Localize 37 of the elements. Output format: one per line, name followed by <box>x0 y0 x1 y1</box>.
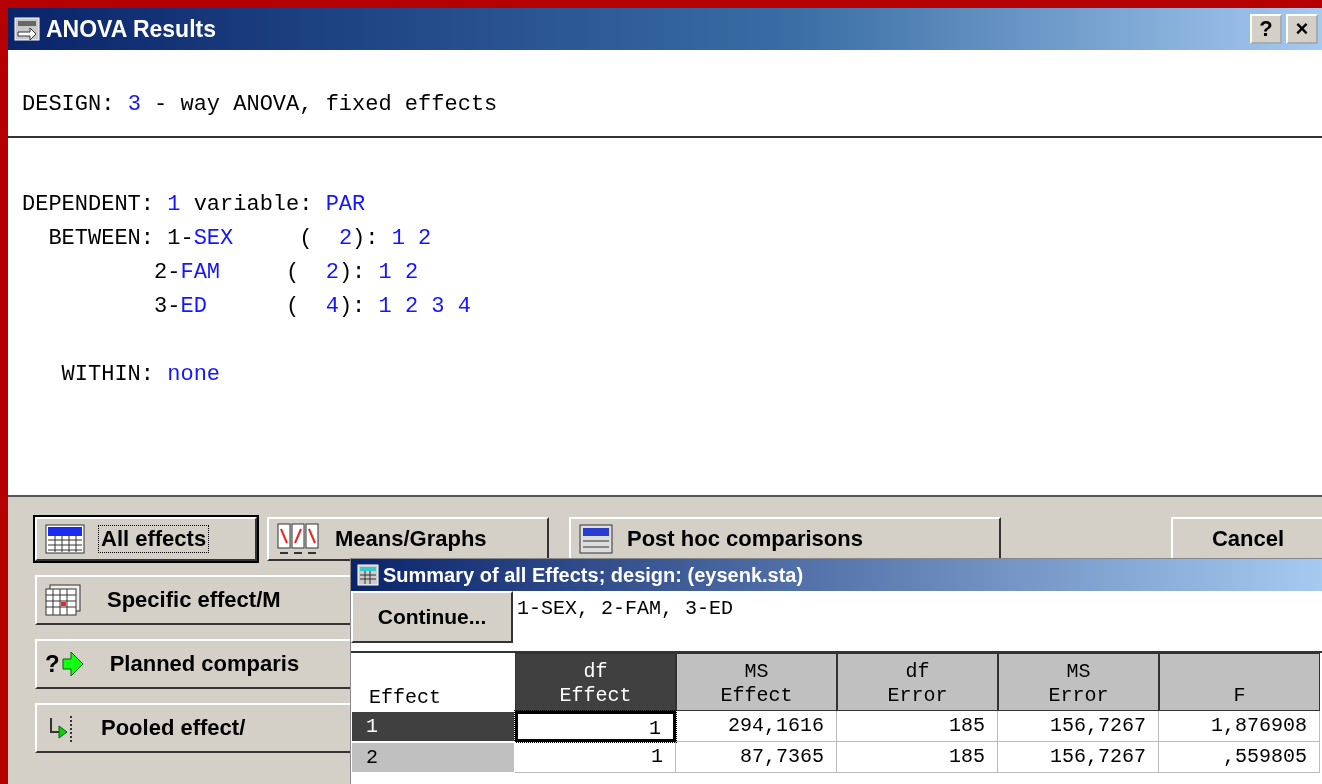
action-button[interactable]: Post hoc comparisons <box>569 517 1001 561</box>
table-icon <box>45 524 85 554</box>
legend-text: 1-SEX, 2-FAM, 3-ED <box>516 596 735 622</box>
action-button[interactable]: Means/Graphs <box>267 517 549 561</box>
cancel-button[interactable]: Cancel <box>1171 517 1322 561</box>
spec-line: 3-ED ( 4): 1 2 3 4 <box>153 293 472 321</box>
table-cell: 185 <box>837 742 998 773</box>
table-cell: 156,7267 <box>998 711 1159 742</box>
table-cell: 87,7365 <box>676 742 837 773</box>
row-header[interactable]: 1 <box>351 711 515 742</box>
column-header[interactable]: df Error <box>837 653 998 711</box>
column-header[interactable]: MS Effect <box>676 653 837 711</box>
table-icon <box>579 524 613 554</box>
chart-icon <box>277 523 321 555</box>
table-cell: 294,1616 <box>676 711 837 742</box>
table-cell: 1 <box>515 742 676 773</box>
row-header[interactable]: 2 <box>351 742 515 773</box>
table-cell: 185 <box>837 711 998 742</box>
column-header[interactable]: df Effect <box>515 653 676 711</box>
window-title: ANOVA Results <box>46 15 216 43</box>
help-button[interactable]: ? <box>1250 14 1282 44</box>
column-header[interactable]: MS Error <box>998 653 1159 711</box>
spec-line: WITHIN: none <box>60 361 222 389</box>
design-line: DESIGN: 3 - way ANOVA, fixed effects <box>8 50 1322 138</box>
table-cell: 1 <box>515 711 676 742</box>
spec-line: DEPENDENT: 1 variable: PAR <box>22 191 367 219</box>
table-cell: 1,876908 <box>1159 711 1320 742</box>
continue-button[interactable]: Continue... <box>351 591 513 643</box>
table-cell: ,559805 <box>1159 742 1320 773</box>
table-icon <box>357 564 379 586</box>
column-header[interactable]: F <box>1159 653 1320 711</box>
table-cell: 156,7267 <box>998 742 1159 773</box>
calendar-icon <box>45 584 81 616</box>
spec-line: BETWEEN: 1-SEX ( 2): 1 2 <box>47 225 433 253</box>
spec-line: 2-FAM ( 2): 1 2 <box>153 259 420 287</box>
action-button[interactable]: All effects <box>35 517 257 561</box>
close-button[interactable]: × <box>1286 14 1318 44</box>
